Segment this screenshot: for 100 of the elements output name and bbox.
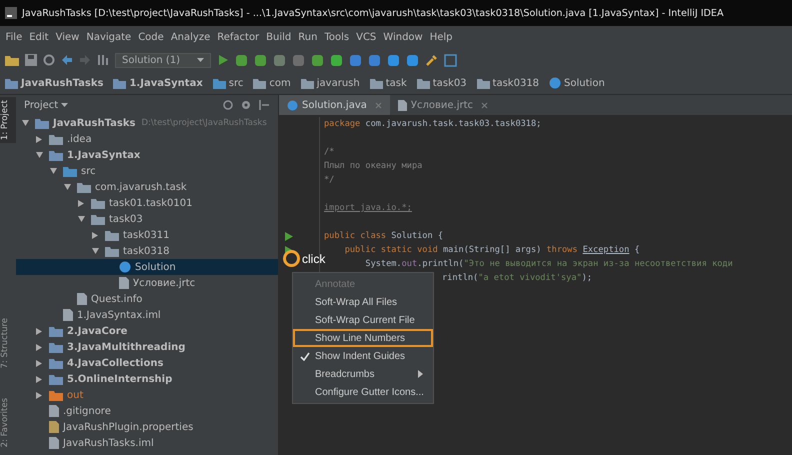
code-line: Плыл по океану мира xyxy=(324,161,422,171)
expanded-arrow-icon[interactable] xyxy=(36,152,43,158)
tree-label: .idea xyxy=(67,134,92,144)
run-configuration-dropdown[interactable]: Solution (1) xyxy=(115,52,211,68)
toolbar-tool-icon[interactable] xyxy=(330,54,343,66)
menu-item[interactable]: Breadcrumbs xyxy=(293,365,433,383)
menu-item[interactable]: Soft-Wrap All Files xyxy=(293,293,433,311)
breadcrumb[interactable]: task03 xyxy=(416,78,467,88)
tree-item[interactable]: out xyxy=(16,387,278,403)
tool-window-tab[interactable]: 2: Favorites xyxy=(0,395,16,450)
tree-item[interactable]: 1.JavaSyntax xyxy=(16,147,278,163)
expanded-arrow-icon[interactable] xyxy=(50,168,57,174)
tree-item[interactable]: task0311 xyxy=(16,227,278,243)
close-icon[interactable] xyxy=(481,102,488,108)
tree-label: 4.JavaCollections xyxy=(67,358,164,368)
folder-icon xyxy=(77,182,91,192)
tree-item[interactable]: src xyxy=(16,163,278,179)
run-icon[interactable] xyxy=(217,54,229,66)
tool-window-tab[interactable]: 1: Project xyxy=(0,97,16,144)
panel-title[interactable]: Project xyxy=(24,100,58,110)
collapsed-arrow-icon[interactable] xyxy=(36,328,42,334)
tree-item[interactable]: JavaRushPlugin.properties xyxy=(16,419,278,435)
collapsed-arrow-icon[interactable] xyxy=(36,360,42,366)
toolbar-tool-icon[interactable] xyxy=(292,54,305,66)
collapsed-arrow-icon[interactable] xyxy=(36,392,42,398)
open-folder-icon[interactable] xyxy=(5,54,19,66)
toolbar-tool-icon[interactable] xyxy=(273,54,286,66)
menu-item[interactable]: Show Indent Guides xyxy=(293,347,433,365)
expanded-arrow-icon[interactable] xyxy=(78,216,85,222)
tree-item[interactable]: task0318 xyxy=(16,243,278,259)
tree-item[interactable]: .idea xyxy=(16,131,278,147)
menu-item[interactable]: Build xyxy=(262,32,295,42)
toolbar-tool-icon[interactable] xyxy=(368,54,381,66)
close-icon[interactable] xyxy=(374,102,382,108)
settings-icon[interactable] xyxy=(240,99,252,111)
tree-item[interactable]: 1.JavaSyntax.iml xyxy=(16,307,278,323)
menu-item[interactable]: Code xyxy=(134,32,168,42)
menu-item[interactable]: Tools xyxy=(320,32,353,42)
tree-item[interactable]: 3.JavaMultithreading xyxy=(16,339,278,355)
toolbar-tool-icon[interactable] xyxy=(311,54,324,66)
menu-item[interactable]: Show Line Numbers xyxy=(293,329,433,347)
menu-item[interactable]: Refactor xyxy=(214,32,263,42)
save-icon[interactable] xyxy=(25,54,37,66)
menu-item[interactable]: Run xyxy=(294,32,321,42)
expanded-arrow-icon[interactable] xyxy=(22,120,29,126)
tree-item[interactable]: task03 xyxy=(16,211,278,227)
menu-item[interactable]: Analyze xyxy=(167,32,214,42)
tree-label: 1.JavaSyntax.iml xyxy=(77,310,161,320)
tree-item[interactable]: task01.task0101 xyxy=(16,195,278,211)
folder-icon xyxy=(370,78,383,88)
target-icon[interactable] xyxy=(222,99,234,111)
toolbar-tool-icon[interactable] xyxy=(387,54,400,66)
folder-icon xyxy=(63,166,77,176)
tree-item[interactable]: 4.JavaCollections xyxy=(16,355,278,371)
editor-tab[interactable]: Solution.java xyxy=(279,95,390,115)
toolbar-tool-icon[interactable] xyxy=(235,54,248,66)
breadcrumb[interactable]: task0318 xyxy=(476,78,540,88)
collapse-icon[interactable] xyxy=(258,99,270,111)
menu-item[interactable]: Navigate xyxy=(82,32,135,42)
breadcrumb[interactable]: javarush xyxy=(300,78,360,88)
tree-item[interactable]: .gitignore xyxy=(16,403,278,419)
tree-item[interactable]: Quest.info xyxy=(16,291,278,307)
breadcrumb[interactable]: com xyxy=(253,78,291,88)
breadcrumb[interactable]: src xyxy=(212,78,244,88)
tree-item[interactable]: Solution xyxy=(16,259,278,275)
breadcrumb[interactable]: 1.JavaSyntax xyxy=(113,78,203,88)
tree-item[interactable]: com.javarush.task xyxy=(16,179,278,195)
back-arrow-icon[interactable] xyxy=(61,54,73,66)
menu-item[interactable]: VCS xyxy=(352,32,380,42)
collapsed-arrow-icon[interactable] xyxy=(78,200,84,206)
menu-item[interactable]: View xyxy=(52,32,83,42)
collapsed-arrow-icon[interactable] xyxy=(92,232,98,238)
tree-item[interactable]: 5.OnlineInternship xyxy=(16,371,278,387)
tool-window-tab[interactable]: 7: Structure xyxy=(0,315,16,372)
breadcrumb[interactable]: Solution xyxy=(549,77,605,89)
menu-item[interactable]: File xyxy=(2,32,26,42)
expanded-arrow-icon[interactable] xyxy=(64,184,71,190)
editor-tab[interactable]: Условие.jrtc xyxy=(390,95,496,115)
menu-item[interactable]: Window xyxy=(380,32,426,42)
caret-icon[interactable] xyxy=(61,103,68,107)
tree-item[interactable]: JavaRushTasks D:\test\project\JavaRushTasks xyxy=(16,115,278,131)
collapsed-arrow-icon[interactable] xyxy=(36,376,42,382)
code-line: */ xyxy=(324,175,334,185)
tree-item[interactable]: Условие.jrtc xyxy=(16,275,278,291)
menu-item[interactable]: Configure Gutter Icons... xyxy=(293,383,433,401)
expanded-arrow-icon[interactable] xyxy=(92,248,99,254)
tree-label: Solution xyxy=(135,262,176,272)
collapsed-arrow-icon[interactable] xyxy=(36,136,42,142)
toolbar-tool-icon[interactable] xyxy=(254,54,267,66)
tree-item[interactable]: 2.JavaCore xyxy=(16,323,278,339)
menu-item[interactable]: Soft-Wrap Current File xyxy=(293,311,433,329)
collapsed-arrow-icon[interactable] xyxy=(36,344,42,350)
menu-item[interactable]: Edit xyxy=(26,32,52,42)
tree-item[interactable]: JavaRushTasks.iml xyxy=(16,435,278,451)
menu-item[interactable]: Help xyxy=(426,32,456,42)
toolbar-tool-icon[interactable] xyxy=(406,54,419,66)
folder-icon xyxy=(105,230,119,240)
breadcrumb[interactable]: task xyxy=(370,78,407,88)
breadcrumb[interactable]: JavaRushTasks xyxy=(5,78,104,88)
toolbar-tool-icon[interactable] xyxy=(349,54,362,66)
